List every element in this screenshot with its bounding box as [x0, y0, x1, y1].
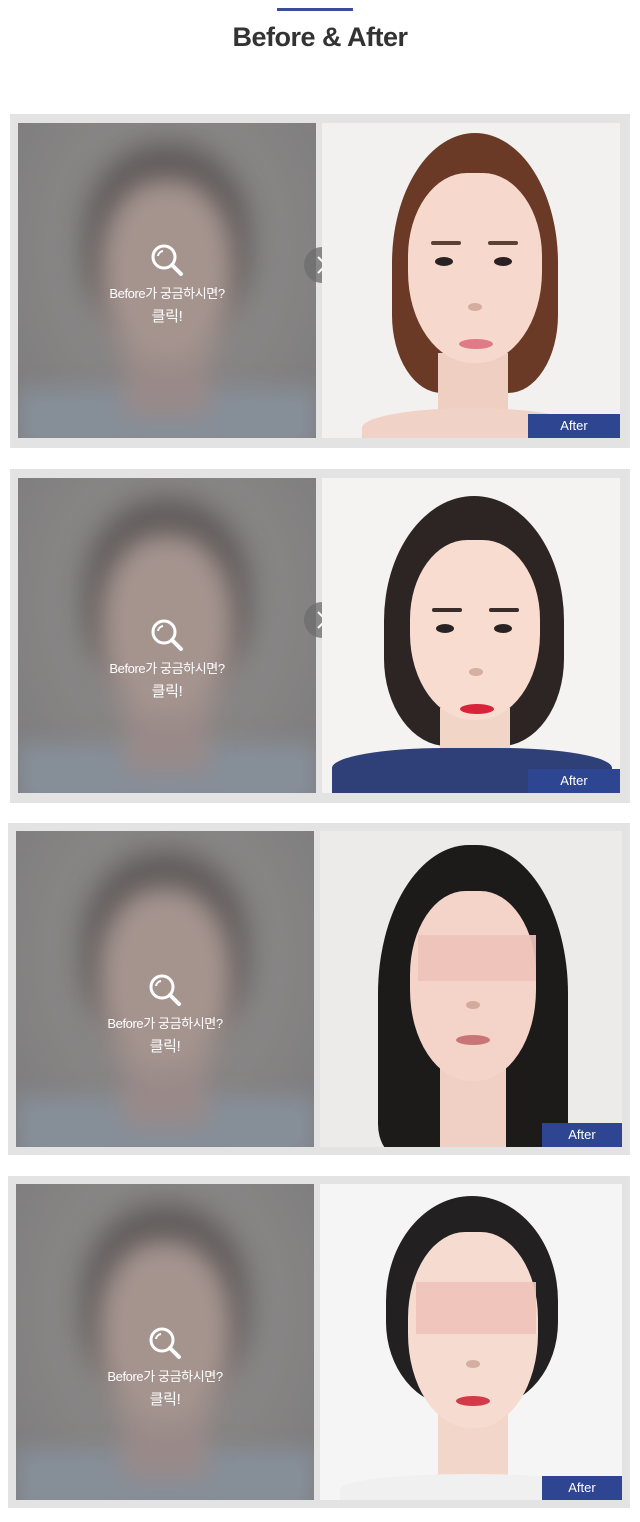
before-reveal-button[interactable]: Before가 궁금하시면? 클릭! — [18, 123, 316, 438]
eye-mosaic — [416, 1282, 536, 1334]
before-cta-click: 클릭! — [149, 1038, 181, 1055]
case-card: Before가 궁금하시면? 클릭! After — [8, 1176, 630, 1508]
case-card: Before가 궁금하시면? 클릭! After — [8, 823, 630, 1155]
before-cta: Before가 궁금하시면? 클릭! — [16, 973, 314, 1056]
before-reveal-button[interactable]: Before가 궁금하시면? 클릭! — [16, 1184, 314, 1500]
magnifier-icon — [151, 244, 183, 276]
after-label: After — [542, 1476, 622, 1500]
before-cta: Before가 궁금하시면? 클릭! — [16, 1326, 314, 1409]
after-photo: After — [322, 123, 620, 438]
after-photo: After — [320, 1184, 622, 1500]
case-card: Before가 궁금하시면? 클릭! After — [10, 469, 630, 803]
before-cta: Before가 궁금하시면? 클릭! — [18, 618, 316, 701]
case-card: Before가 궁금하시면? 클릭! After — [10, 114, 630, 448]
before-cta-text: Before가 궁금하시면? — [107, 1016, 223, 1031]
after-photo: After — [320, 831, 622, 1147]
eye-mosaic — [418, 935, 536, 981]
after-photo: After — [322, 478, 620, 793]
before-reveal-button[interactable]: Before가 궁금하시면? 클릭! — [16, 831, 314, 1147]
before-cta-click: 클릭! — [149, 1391, 181, 1408]
before-reveal-button[interactable]: Before가 궁금하시면? 클릭! — [18, 478, 316, 793]
before-cta-click: 클릭! — [151, 683, 183, 700]
page-title: Before & After — [232, 22, 408, 52]
before-cta: Before가 궁금하시면? 클릭! — [18, 243, 316, 326]
magnifier-icon — [149, 1327, 181, 1359]
after-label: After — [528, 769, 620, 793]
before-cta-text: Before가 궁금하시면? — [109, 286, 225, 301]
magnifier-icon — [151, 619, 183, 651]
after-label: After — [542, 1123, 622, 1147]
before-cta-text: Before가 궁금하시면? — [109, 661, 225, 676]
magnifier-icon — [149, 974, 181, 1006]
before-cta-click: 클릭! — [151, 308, 183, 325]
before-cta-text: Before가 궁금하시면? — [107, 1369, 223, 1384]
section-header: Before & After — [0, 0, 640, 80]
after-label: After — [528, 414, 620, 438]
header-accent-line — [277, 8, 353, 11]
